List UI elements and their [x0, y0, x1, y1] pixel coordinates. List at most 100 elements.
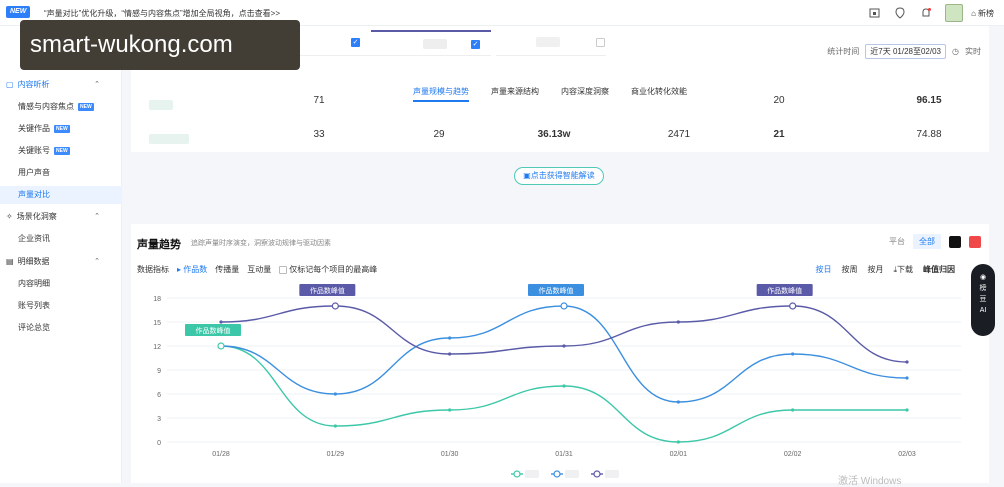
- new-badge: NEW: [54, 146, 70, 155]
- series-line-2: [220, 305, 908, 363]
- home-icon: ⌂: [971, 8, 976, 18]
- platform-label: 平台: [889, 237, 905, 246]
- blurred-label: [423, 39, 447, 49]
- legend-marker: [593, 470, 601, 478]
- blurred-label: [536, 37, 560, 47]
- data-point: [562, 344, 566, 348]
- location-icon[interactable]: [893, 6, 907, 20]
- checkbox-checked[interactable]: ✓: [351, 38, 360, 47]
- table-cell: 20: [773, 95, 785, 106]
- y-tick-label: 6: [157, 392, 161, 399]
- x-tick-label: 01/30: [441, 451, 459, 458]
- table-icon: ▤: [6, 257, 14, 266]
- data-point: [676, 400, 680, 404]
- y-tick-label: 9: [157, 368, 161, 375]
- data-point: [905, 360, 909, 364]
- y-tick-label: 3: [157, 416, 161, 423]
- sidebar-group-label: 场景化洞察: [16, 212, 57, 221]
- windows-activation-watermark: 激活 Windows: [838, 476, 902, 487]
- checkbox-unchecked: [279, 265, 288, 274]
- notice-link[interactable]: “声量对比”优化升级，“情感与内容焦点”增加全局视角，点击查看>>: [44, 8, 280, 19]
- data-point: [676, 440, 680, 444]
- table-row: 33 29 36.13w 2471 21 74.88: [139, 124, 997, 146]
- home-link[interactable]: ⌂ 新榜: [971, 8, 994, 19]
- sidebar-item-key-accounts[interactable]: 关键账号 NEW: [0, 142, 122, 160]
- sidebar-item-label: 用户声音: [18, 168, 50, 177]
- sidebar-item-label: 关键账号: [18, 146, 50, 155]
- table-cell: 33: [313, 129, 325, 140]
- trend-title: 声量趋势: [137, 239, 181, 251]
- sidebar-item-user-voice[interactable]: 用户声音: [0, 164, 122, 182]
- new-badge: NEW: [54, 124, 70, 133]
- trend-line-chart: 0 3 6 9 12 15 18 01/28 01/29 01/30 01/31 02/01 02/02…: [153, 284, 961, 478]
- chevron-up-icon: ⌃: [94, 213, 100, 220]
- ai-interpret-button[interactable]: ▣点击获得智能解读: [514, 167, 604, 185]
- data-point: [448, 336, 452, 340]
- peak-marker: [789, 302, 797, 310]
- checkbox-checked[interactable]: ✓: [471, 40, 480, 49]
- legend-marker: [553, 470, 561, 478]
- legend-blurred-name: [565, 470, 579, 478]
- sidebar-item-label: 企业资讯: [18, 234, 50, 243]
- ai-button-label: 点击获得智能解读: [530, 171, 595, 180]
- realtime-toggle[interactable]: 实时: [965, 46, 981, 57]
- data-point: [448, 408, 452, 412]
- table-cell: 36.13w: [537, 129, 571, 140]
- sidebar-item-key-works[interactable]: 关键作品 NEW: [0, 120, 122, 138]
- sidebar-item-emotion-focus[interactable]: 情感与内容焦点 NEW: [0, 98, 122, 116]
- checkbox-unchecked[interactable]: [596, 38, 605, 47]
- chevron-up-icon: ⌃: [94, 258, 100, 265]
- platform-all[interactable]: 全部: [913, 234, 941, 249]
- sidebar-item-label: 声量对比: [18, 190, 50, 199]
- x-tick-label: 01/29: [327, 451, 345, 458]
- date-range-select[interactable]: 近7天 01/28至02/03: [865, 44, 947, 59]
- legend-blurred-name: [605, 470, 619, 478]
- data-point: [676, 320, 680, 324]
- sidebar-group-scene[interactable]: ✧ 场景化洞察 ⌃: [0, 208, 122, 226]
- screen-icon[interactable]: [867, 6, 881, 20]
- data-point: [333, 424, 337, 428]
- table-cell: 71: [313, 95, 325, 106]
- bell-icon[interactable]: [919, 6, 933, 20]
- sidebar-item-volume-compare[interactable]: 声量对比: [0, 186, 122, 204]
- ai-float-text: AI: [979, 307, 987, 314]
- trend-subtitle: 追踪声量时序演变，洞察波动规律与驱动因素: [191, 240, 331, 247]
- data-point: [333, 392, 337, 396]
- series-line-1: [220, 305, 908, 403]
- table-cell: 74.88: [916, 129, 942, 140]
- platform-filter: 平台 全部: [889, 234, 981, 249]
- peak-label: 作品数峰值: [310, 286, 345, 295]
- trend-card: 声量趋势 追踪声量时序演变，洞察波动规律与驱动因素 平台 全部 数据指标 ▸ 作…: [131, 224, 989, 483]
- project-column-header: [496, 30, 606, 56]
- sidebar-group-label: 明细数据: [17, 257, 50, 266]
- sidebar-item-label: 评论总览: [18, 323, 50, 332]
- sidebar-item-comment-overview[interactable]: 评论总览: [0, 319, 122, 337]
- peak-label: 作品数峰值: [196, 326, 231, 335]
- douyin-icon[interactable]: [949, 235, 961, 248]
- peak-marker: [331, 302, 339, 310]
- sidebar-group-content[interactable]: ▢ 内容听析 ⌃: [0, 76, 122, 94]
- sidebar-group-detail[interactable]: ▤ 明细数据 ⌃: [0, 253, 122, 271]
- x-tick-label: 01/31: [555, 451, 573, 458]
- table-cell: 29: [433, 129, 445, 140]
- peak-marker: [560, 302, 568, 310]
- blurred-name: [149, 134, 189, 144]
- y-tick-label: 15: [153, 320, 161, 327]
- data-point: [448, 352, 452, 356]
- sidebar-item-content-detail[interactable]: 内容明细: [0, 275, 122, 293]
- new-badge: NEW: [6, 6, 31, 18]
- xiaohongshu-icon[interactable]: [969, 235, 981, 248]
- stat-time-label: 统计时间: [827, 47, 860, 56]
- sidebar-item-enterprise-news[interactable]: 企业资讯: [0, 230, 122, 248]
- legend-marker: [513, 470, 521, 478]
- sidebar-item-account-list[interactable]: 账号列表: [0, 297, 122, 315]
- sidebar-item-label: 关键作品: [18, 124, 50, 133]
- project-column-header: ✓: [371, 30, 491, 56]
- download-label: 下载: [897, 265, 913, 274]
- legend-blurred-name: [525, 470, 539, 478]
- x-tick-label: 02/03: [898, 451, 916, 458]
- avatar[interactable]: [945, 4, 964, 22]
- ai-assistant-float[interactable]: ◉ 榜 豆 AI: [971, 264, 995, 336]
- only-peak-label: 仅标记每个项目的最高峰: [289, 265, 378, 274]
- peak-marker: [217, 342, 225, 350]
